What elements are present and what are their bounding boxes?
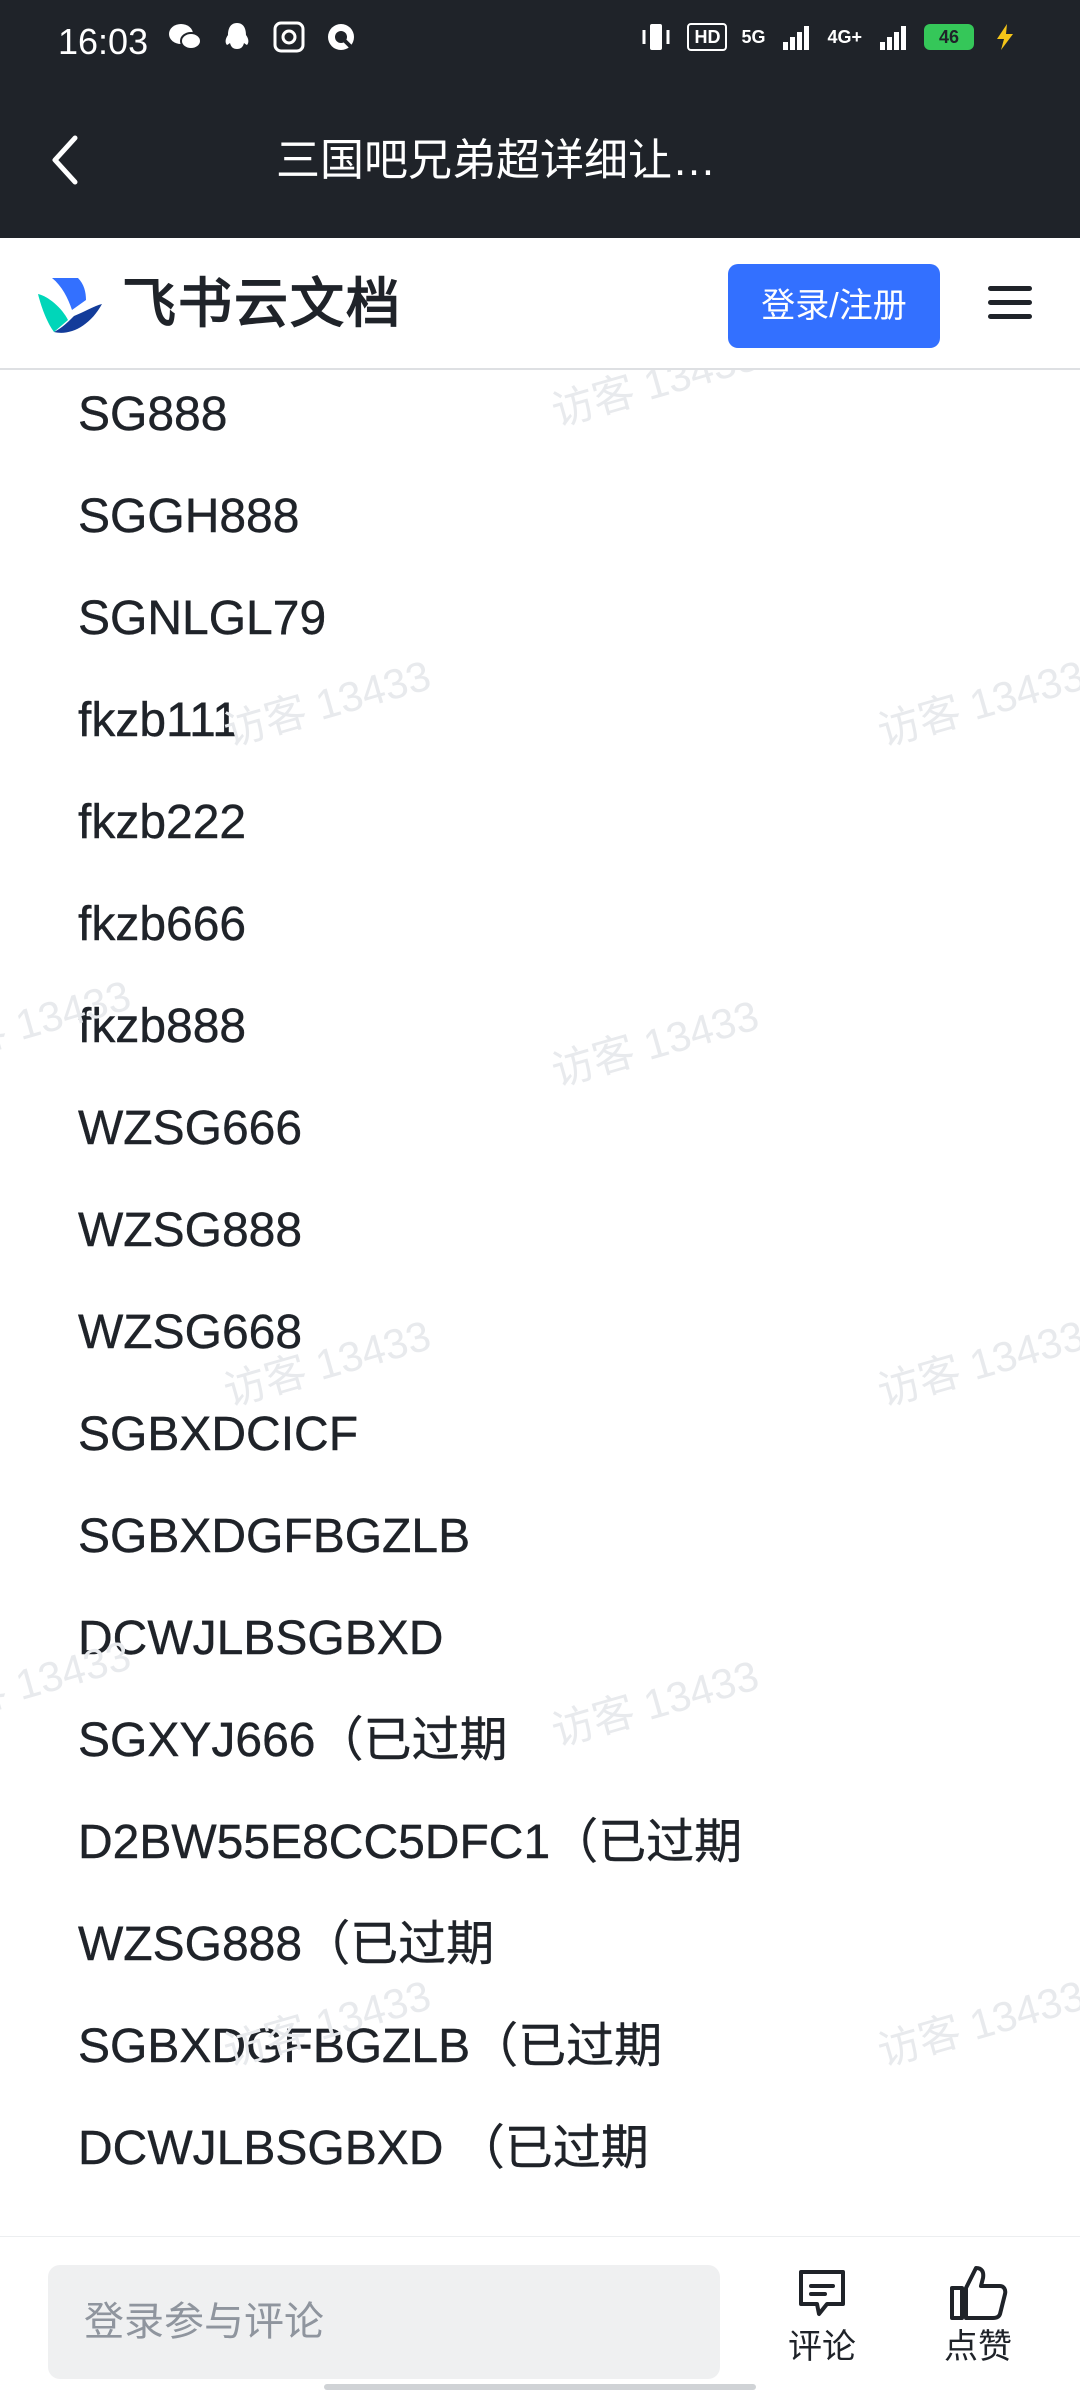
notification-icons: [168, 20, 358, 54]
signal-4g-icon: [876, 20, 910, 54]
code-item: fkzb888: [78, 1000, 247, 1053]
page-title: 三国吧兄弟超详细让…: [276, 136, 716, 185]
code-item: WZSG888: [78, 1204, 303, 1257]
signal-5g-icon: [779, 20, 813, 54]
4g-label: 4G+: [827, 26, 862, 47]
chevron-left-icon: [52, 135, 78, 185]
code-item: DCWJLBSGBXD （已过期: [78, 2122, 649, 2175]
code-item: SGBXDCICF: [78, 1408, 359, 1461]
search-app-icon: [324, 20, 358, 54]
thumbs-up-icon: [918, 2261, 1038, 2325]
code-item: SGGH888: [78, 490, 300, 543]
comment-button[interactable]: 评论: [762, 2261, 882, 2369]
comment-bar: 登录参与评论 评论 点赞: [0, 2236, 1080, 2400]
code-item: SGBXDGFBGZLB（已过期: [78, 2020, 663, 2073]
qq-icon: [220, 20, 254, 54]
code-item: SG888: [78, 388, 228, 441]
like-button[interactable]: 点赞: [918, 2261, 1038, 2369]
code-item: SGBXDGFBGZLB: [78, 1510, 471, 1563]
watermark: 访客 13433: [872, 1311, 1080, 1416]
mail-at-icon: [272, 20, 306, 54]
watermark: 访客 13433: [872, 651, 1080, 756]
comment-input[interactable]: 登录参与评论: [48, 2265, 720, 2379]
code-item: SGNLGL79: [78, 592, 327, 645]
screen: 16:03 HD 5G 4G+ 46 三国吧兄弟超详细让… 飞书云文档 登录/注…: [0, 0, 1080, 2400]
code-item: fkzb111: [78, 694, 239, 747]
code-item: WZSG888（已过期: [78, 1918, 495, 1971]
like-label: 点赞: [944, 2328, 1012, 2366]
feishu-logo-icon: [34, 274, 106, 338]
charging-icon: [988, 20, 1022, 54]
hamburger-menu-icon[interactable]: [988, 278, 1036, 334]
hd-badge: HD: [687, 23, 728, 51]
watermark: 访客 13433: [546, 370, 764, 436]
feishu-bar: 飞书云文档 登录/注册: [0, 238, 1080, 370]
home-indicator[interactable]: [324, 2384, 756, 2390]
code-item: D2BW55E8CC5DFC1（已过期: [78, 1816, 743, 1869]
back-button[interactable]: [40, 128, 88, 192]
vibrate-icon: [639, 20, 673, 54]
watermark: 访客 13433: [872, 1971, 1080, 2076]
code-item: SGXYJ666（已过期: [78, 1714, 508, 1767]
battery-indicator: 46: [924, 24, 974, 50]
5g-label: 5G: [741, 26, 766, 47]
document-content: 访客 13433 访客 13433 访客 13433 访客 13433 访客 1…: [0, 370, 1080, 2236]
code-item: fkzb666: [78, 898, 247, 951]
brand-name: 飞书云文档: [122, 274, 402, 334]
code-item: fkzb222: [78, 796, 247, 849]
comment-label: 评论: [788, 2328, 856, 2366]
code-item: WZSG668: [78, 1306, 303, 1359]
comment-icon: [762, 2261, 882, 2325]
system-status-icons: HD 5G 4G+ 46: [639, 20, 1022, 54]
login-register-button[interactable]: 登录/注册: [728, 264, 940, 348]
status-time: 16:03: [58, 21, 149, 62]
app-header: 16:03 HD 5G 4G+ 46 三国吧兄弟超详细让…: [0, 0, 1080, 238]
wechat-icon: [168, 20, 202, 54]
code-item: DCWJLBSGBXD: [78, 1612, 444, 1665]
watermark: 访客 13433: [218, 651, 436, 756]
code-item: WZSG666: [78, 1102, 303, 1155]
watermark: 访客 13433: [546, 1651, 764, 1756]
watermark: 访客 13433: [546, 991, 764, 1096]
